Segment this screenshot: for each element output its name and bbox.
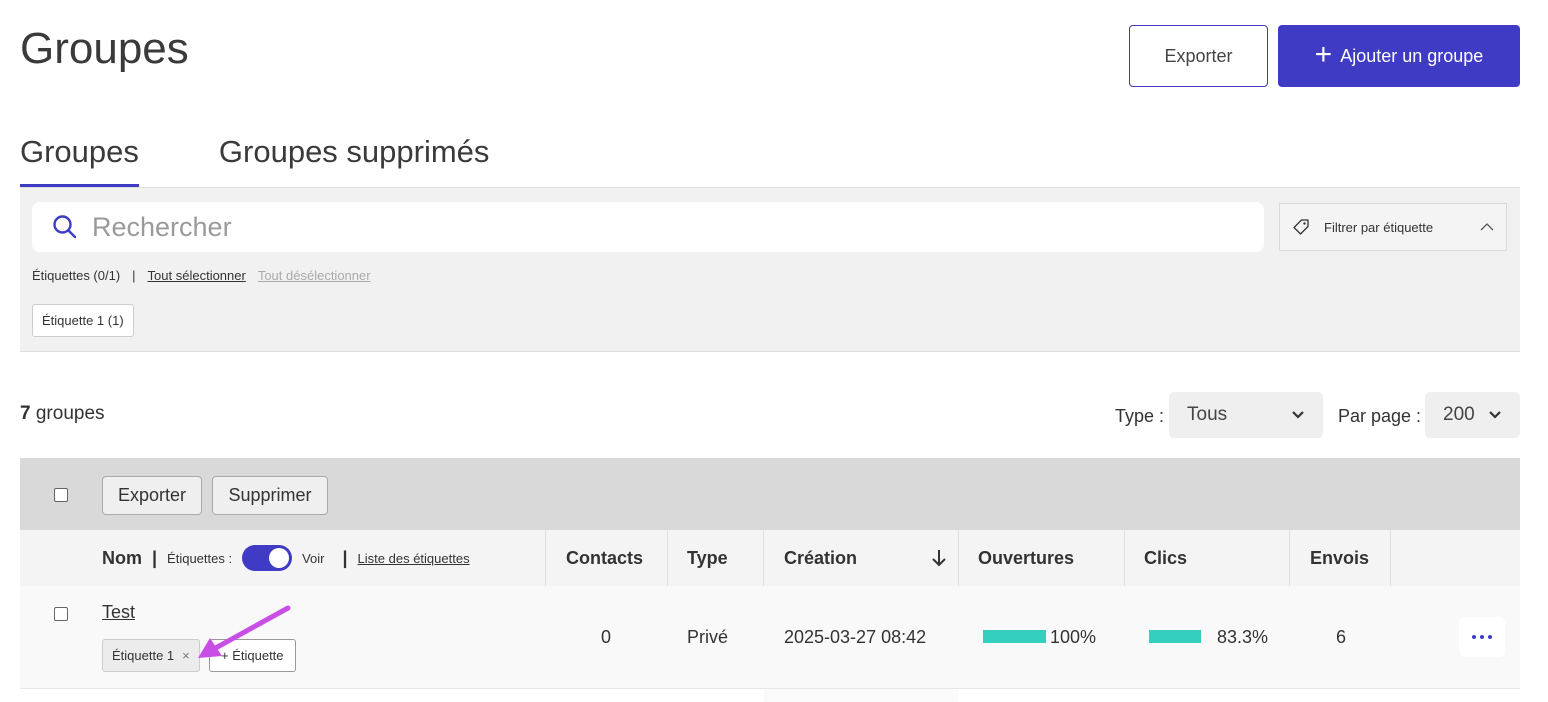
clicks-value: 83.3% [1217,627,1269,647]
header-separator: | [342,547,348,568]
sort-down-icon[interactable] [932,549,946,567]
toggle-knob [269,548,290,568]
add-group-label: Ajouter un groupe [1340,45,1484,66]
show-tags-toggle[interactable] [242,545,293,571]
opens-value: 100% [1050,627,1097,647]
tag-icon [1293,219,1309,235]
column-opens[interactable]: Ouvertures [978,530,1074,586]
column-sends[interactable]: Envois [1310,530,1369,586]
select-all-checkbox[interactable] [54,488,68,502]
column-divider [667,530,668,586]
select-all-link[interactable]: Tout sélectionner [148,268,246,283]
dot [1472,635,1476,639]
labels-separator: | [132,268,136,283]
labels-count: Étiquettes (0/1) [32,268,121,283]
per-page-select[interactable]: 200 [1425,392,1520,438]
show-label: Voir [302,550,325,566]
opens-bar [983,630,1046,643]
column-nom[interactable]: Nom [102,548,142,569]
table-header: Nom | Étiquettes : Voir | Liste des étiq… [20,530,1520,586]
groups-page: Groupes Exporter + Ajouter un groupe Gro… [0,0,1548,702]
contacts-value: 0 [601,627,612,647]
type-value: Privé [687,627,729,647]
chevron-down-icon [1292,411,1304,419]
add-group-button[interactable]: + Ajouter un groupe [1278,25,1520,87]
plus-icon: + [1314,37,1333,71]
annotation-arrow-icon [198,605,291,658]
type-select[interactable]: Tous [1169,392,1323,438]
tag-chip[interactable]: Étiquette 1 (1) [32,304,134,337]
row-checkbox[interactable] [54,607,68,621]
sends-value: 6 [1336,627,1347,647]
clicks-bar [1149,630,1202,643]
export-button[interactable]: Exporter [1129,25,1268,87]
tag-filter-label: Filtrer par étiquette [1324,219,1434,235]
column-divider [763,530,764,586]
page-title: Groupes [20,24,189,73]
row-tag-label: Étiquette 1 [112,648,175,663]
dot [1488,635,1492,639]
per-page-value: 200 [1443,404,1475,425]
deselect-all-link[interactable]: Tout désélectionner [258,268,371,283]
column-divider [1289,530,1290,586]
column-divider [545,530,546,586]
group-count-number: 7 [20,403,31,424]
header-separator: | [152,547,158,568]
column-divider [1390,530,1391,586]
search-input[interactable] [92,211,1192,243]
tag-list-link[interactable]: Liste des étiquettes [358,551,470,566]
labels-row: Étiquettes (0/1) | Tout sélectionner Tou… [32,268,371,283]
column-divider [958,530,959,586]
search-icon [53,215,77,239]
filter-panel: Filtrer par étiquette Étiquettes (0/1) |… [20,187,1520,352]
per-page-label: Par page : [1338,406,1422,426]
row-tag-chip: Étiquette 1 × [102,639,200,672]
group-count-text: groupes [35,403,105,424]
group-name-link[interactable]: Test [102,602,135,623]
tab-bar: Groupes Groupes supprimés [20,128,569,188]
tags-label: Étiquettes : [167,550,233,566]
chevron-down-icon [1489,411,1501,419]
remove-tag-icon[interactable]: × [182,648,190,663]
column-divider [1124,530,1125,586]
type-label: Type : [1115,406,1165,426]
dot [1480,635,1484,639]
bulk-actions-bar: Exporter Supprimer [20,458,1520,530]
search-box [32,202,1264,252]
column-type[interactable]: Type [687,530,728,586]
name-column-header: Nom | Étiquettes : Voir | Liste des étiq… [102,530,470,586]
tag-filter-dropdown[interactable]: Filtrer par étiquette [1279,203,1507,251]
group-count: 7 groupes [20,403,105,425]
bulk-export-button[interactable]: Exporter [102,476,202,515]
chevron-up-icon [1480,223,1494,231]
row-more-actions-button[interactable] [1459,617,1505,657]
column-contacts[interactable]: Contacts [566,530,643,586]
creation-value: 2025-03-27 08:42 [784,627,927,647]
column-clicks[interactable]: Clics [1144,530,1187,586]
column-creation[interactable]: Création [784,530,857,586]
type-select-value: Tous [1187,404,1228,425]
tab-groups[interactable]: Groupes [20,128,139,187]
tab-deleted-groups[interactable]: Groupes supprimés [219,128,490,187]
bulk-delete-button[interactable]: Supprimer [212,476,328,515]
